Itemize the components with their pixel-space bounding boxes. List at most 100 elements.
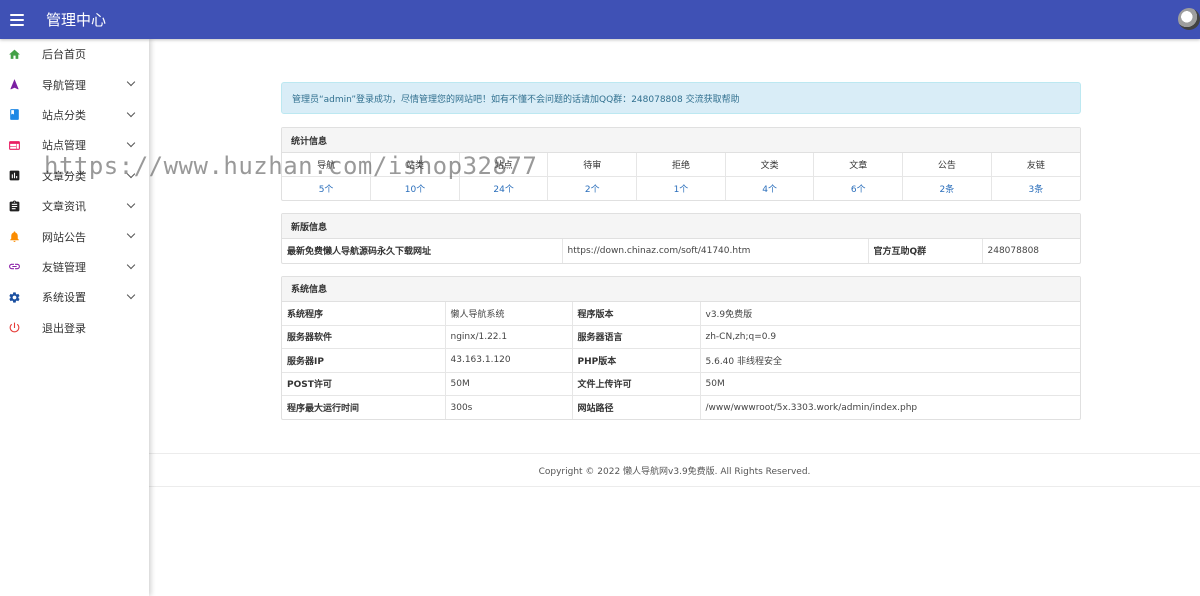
stats-header: 站点 xyxy=(459,153,549,177)
stats-value[interactable]: 5个 xyxy=(282,176,372,200)
table-row: 系统程序 懒人导航系统 程序版本 v3.9免费版 xyxy=(282,301,1080,326)
sidebar-item-articles[interactable]: 文章资讯 xyxy=(0,191,149,221)
version-table: 最新免费懒人导航源码永久下载网址 https://down.chinaz.com… xyxy=(282,239,1080,263)
sidebar-item-label: 网站公告 xyxy=(42,230,86,244)
sidebar-item-label: 退出登录 xyxy=(42,321,86,335)
chevron-down-icon xyxy=(126,199,136,209)
sidebar-item-label: 后台首页 xyxy=(42,48,86,62)
chevron-down-icon xyxy=(126,169,136,178)
system-key: 程序最大运行时间 xyxy=(282,395,446,419)
sidebar-item-label: 文章资讯 xyxy=(42,200,86,214)
stats-value[interactable]: 4个 xyxy=(725,176,815,200)
stats-value[interactable]: 24个 xyxy=(459,176,549,200)
navigation-icon xyxy=(8,78,21,91)
chevron-down-icon xyxy=(126,138,136,148)
app-title: 管理中心 xyxy=(46,11,107,29)
table-row: 服务器软件 nginx/1.22.1 服务器语言 zh-CN,zh;q=0.9 xyxy=(282,325,1080,349)
sidebar-item-dashboard[interactable]: 后台首页 xyxy=(0,39,149,69)
system-value: 50M xyxy=(700,372,1080,396)
system-table: 系统程序 懒人导航系统 程序版本 v3.9免费版 服务器软件 nginx/1.2… xyxy=(282,301,1080,419)
sidebar-item-label: 文章分类 xyxy=(42,169,86,183)
copyright-text: Copyright © 2022 懒人导航网v3.9免费版. All Right… xyxy=(538,466,811,477)
system-key: PHP版本 xyxy=(572,348,701,373)
system-key: 服务器软件 xyxy=(282,325,446,349)
stats-panel: 统计信息 导航 站类 站点 待审 拒绝 文类 文章 公告 友链 5个 10个 2… xyxy=(281,127,1081,201)
download-label: 最新免费懒人导航源码永久下载网址 xyxy=(282,239,563,263)
sidebar-item-label: 导航管理 xyxy=(42,78,86,92)
system-key: 文件上传许可 xyxy=(572,372,701,396)
stats-value[interactable]: 2条 xyxy=(902,176,992,200)
system-key: 服务器IP xyxy=(282,348,446,373)
bar-chart-icon xyxy=(8,169,21,182)
system-key: 系统程序 xyxy=(282,301,446,326)
stats-title: 统计信息 xyxy=(282,128,1080,153)
book-icon xyxy=(8,108,21,121)
system-title: 系统信息 xyxy=(282,276,1080,302)
qq-group-value: 248078808 xyxy=(987,245,1040,256)
stats-header: 站类 xyxy=(370,153,460,177)
chevron-down-icon xyxy=(126,260,136,269)
stats-header: 文章 xyxy=(813,153,904,177)
stats-value[interactable]: 1个 xyxy=(636,176,726,200)
link-icon xyxy=(8,260,21,273)
power-icon xyxy=(8,321,21,334)
sidebar-item-label: 站点分类 xyxy=(42,108,86,122)
system-value: 50M xyxy=(445,372,573,396)
gear-icon xyxy=(8,291,21,304)
table-row: 5个 10个 24个 2个 1个 4个 6个 2条 3条 xyxy=(282,176,1080,201)
hamburger-icon[interactable] xyxy=(10,13,24,26)
system-value: 5.6.40 非线程安全 xyxy=(700,348,1080,373)
alert-text: 管理员“admin”登录成功，尽情管理您的网站吧！如有不懂不会问题的话请加QQ群… xyxy=(292,94,740,105)
stats-header: 文类 xyxy=(725,153,815,177)
chevron-down-icon xyxy=(126,290,136,300)
table-row: 程序最大运行时间 300s 网站路径 /www/wwwroot/5x.3303.… xyxy=(282,395,1080,419)
table-row: 最新免费懒人导航源码永久下载网址 https://down.chinaz.com… xyxy=(282,239,1080,263)
system-value: zh-CN,zh;q=0.9 xyxy=(700,325,1080,349)
system-key: 服务器语言 xyxy=(572,325,701,349)
chevron-down-icon xyxy=(126,108,136,118)
table-row: 服务器IP 43.163.1.120 PHP版本 5.6.40 非线程安全 xyxy=(282,348,1080,373)
system-key: POST许可 xyxy=(282,372,446,396)
version-title: 新版信息 xyxy=(282,214,1080,239)
sidebar-item-article-category[interactable]: 文章分类 xyxy=(0,161,149,191)
system-value: /www/wwwroot/5x.3303.work/admin/index.ph… xyxy=(705,402,918,413)
sidebar-item-site-category[interactable]: 站点分类 xyxy=(0,100,149,130)
sidebar-item-settings[interactable]: 系统设置 xyxy=(0,282,149,312)
home-icon xyxy=(8,48,21,61)
sidebar-item-label: 站点管理 xyxy=(42,139,86,153)
system-key: 网站路径 xyxy=(572,395,701,419)
system-value: 懒人导航系统 xyxy=(445,301,573,326)
stats-header: 友链 xyxy=(991,153,1080,177)
sidebar-item-announcements[interactable]: 网站公告 xyxy=(0,221,149,251)
system-value: 300s xyxy=(445,395,573,419)
stats-value[interactable]: 3条 xyxy=(991,177,1080,201)
system-value: nginx/1.22.1 xyxy=(445,325,573,349)
user-avatar[interactable] xyxy=(1178,8,1200,30)
stats-header: 导航 xyxy=(282,153,372,177)
sidebar-item-nav-manage[interactable]: 导航管理 xyxy=(0,69,149,99)
stats-table: 导航 站类 站点 待审 拒绝 文类 文章 公告 友链 5个 10个 24个 2个… xyxy=(282,153,1080,200)
sidebar-item-friend-links[interactable]: 友链管理 xyxy=(0,252,149,282)
content-area: 管理员“admin”登录成功，尽情管理您的网站吧！如有不懂不会问题的话请加QQ群… xyxy=(149,39,1200,596)
sidebar-item-site-manage[interactable]: 站点管理 xyxy=(0,130,149,160)
web-icon xyxy=(8,139,21,152)
table-row: POST许可 50M 文件上传许可 50M xyxy=(282,372,1080,396)
footer: Copyright © 2022 懒人导航网v3.9免费版. All Right… xyxy=(149,453,1200,487)
main-panel: 管理员“admin”登录成功，尽情管理您的网站吧！如有不懂不会问题的话请加QQ群… xyxy=(281,82,1081,420)
system-panel: 系统信息 系统程序 懒人导航系统 程序版本 v3.9免费版 服务器软件 ngin… xyxy=(281,275,1081,420)
chevron-down-icon xyxy=(126,78,136,87)
sidebar-item-label: 系统设置 xyxy=(42,291,86,305)
system-key: 程序版本 xyxy=(572,301,701,326)
table-row: 导航 站类 站点 待审 拒绝 文类 文章 公告 友链 xyxy=(282,153,1080,177)
chevron-down-icon xyxy=(126,230,136,239)
stats-value[interactable]: 2个 xyxy=(547,176,638,200)
stats-value[interactable]: 10个 xyxy=(370,176,460,200)
download-link[interactable]: https://down.chinaz.com/soft/41740.htm xyxy=(562,239,869,263)
stats-header: 公告 xyxy=(902,153,992,177)
sidebar-item-logout[interactable]: 退出登录 xyxy=(0,313,149,343)
version-panel: 新版信息 最新免费懒人导航源码永久下载网址 https://down.china… xyxy=(281,213,1081,264)
stats-header: 待审 xyxy=(547,153,638,177)
qq-group-label: 官方互助Q群 xyxy=(868,239,983,263)
stats-value[interactable]: 6个 xyxy=(813,176,904,200)
login-success-alert: 管理员“admin”登录成功，尽情管理您的网站吧！如有不懂不会问题的话请加QQ群… xyxy=(281,82,1081,114)
